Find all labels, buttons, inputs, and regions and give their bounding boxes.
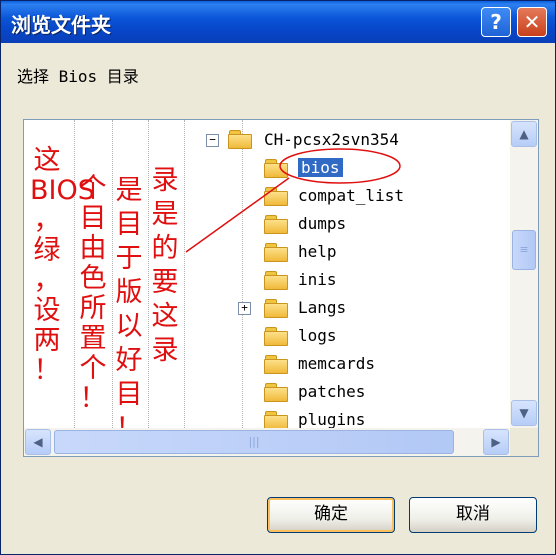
arrow-up-icon: ▲: [519, 127, 529, 141]
scroll-right-button[interactable]: ▶: [483, 429, 509, 455]
arrow-right-icon: ▶: [491, 435, 501, 449]
ok-button[interactable]: 确定: [267, 497, 395, 533]
vertical-scrollbar[interactable]: ▲ ≡ ▼: [510, 120, 538, 428]
vertical-scroll-thumb[interactable]: ≡: [512, 230, 536, 270]
bios-highlight-circle: [279, 148, 401, 184]
cancel-button[interactable]: 取消: [409, 497, 537, 533]
arrow-down-icon: ▼: [519, 406, 529, 420]
scroll-left-button[interactable]: ◀: [25, 429, 51, 455]
annotation-marks: [185, 148, 401, 253]
tree-viewport[interactable]: − CH-pcsx2svn354 bios compat_list dumps hel…: [24, 120, 510, 428]
window-title: 浏览文件夹: [11, 13, 111, 37]
grip-icon: |||: [248, 435, 260, 448]
title-bar[interactable]: 浏览文件夹 ? ✕: [1, 1, 555, 43]
browse-folder-dialog: 浏览文件夹 ? ✕ 选择 Bios 目录 − CH-pcsx2svn354 bi…: [0, 0, 556, 555]
prompt-text: 选择 Bios 目录: [17, 67, 139, 86]
scroll-down-button[interactable]: ▼: [511, 400, 537, 426]
horizontal-scrollbar[interactable]: ◀ ||| ▶: [24, 428, 510, 456]
arrow-left-icon: ◀: [33, 435, 43, 449]
grip-icon: ≡: [519, 243, 529, 256]
close-icon: ✕: [523, 10, 541, 34]
scroll-corner: [510, 428, 538, 456]
close-button[interactable]: ✕: [517, 7, 547, 37]
help-button[interactable]: ?: [481, 7, 511, 37]
horizontal-scroll-thumb[interactable]: |||: [54, 430, 454, 454]
help-icon: ?: [490, 10, 502, 34]
scroll-up-button[interactable]: ▲: [511, 121, 537, 147]
folder-tree[interactable]: − CH-pcsx2svn354 bios compat_list dumps hel…: [23, 119, 539, 457]
annotation-pointer-line: [185, 177, 290, 253]
